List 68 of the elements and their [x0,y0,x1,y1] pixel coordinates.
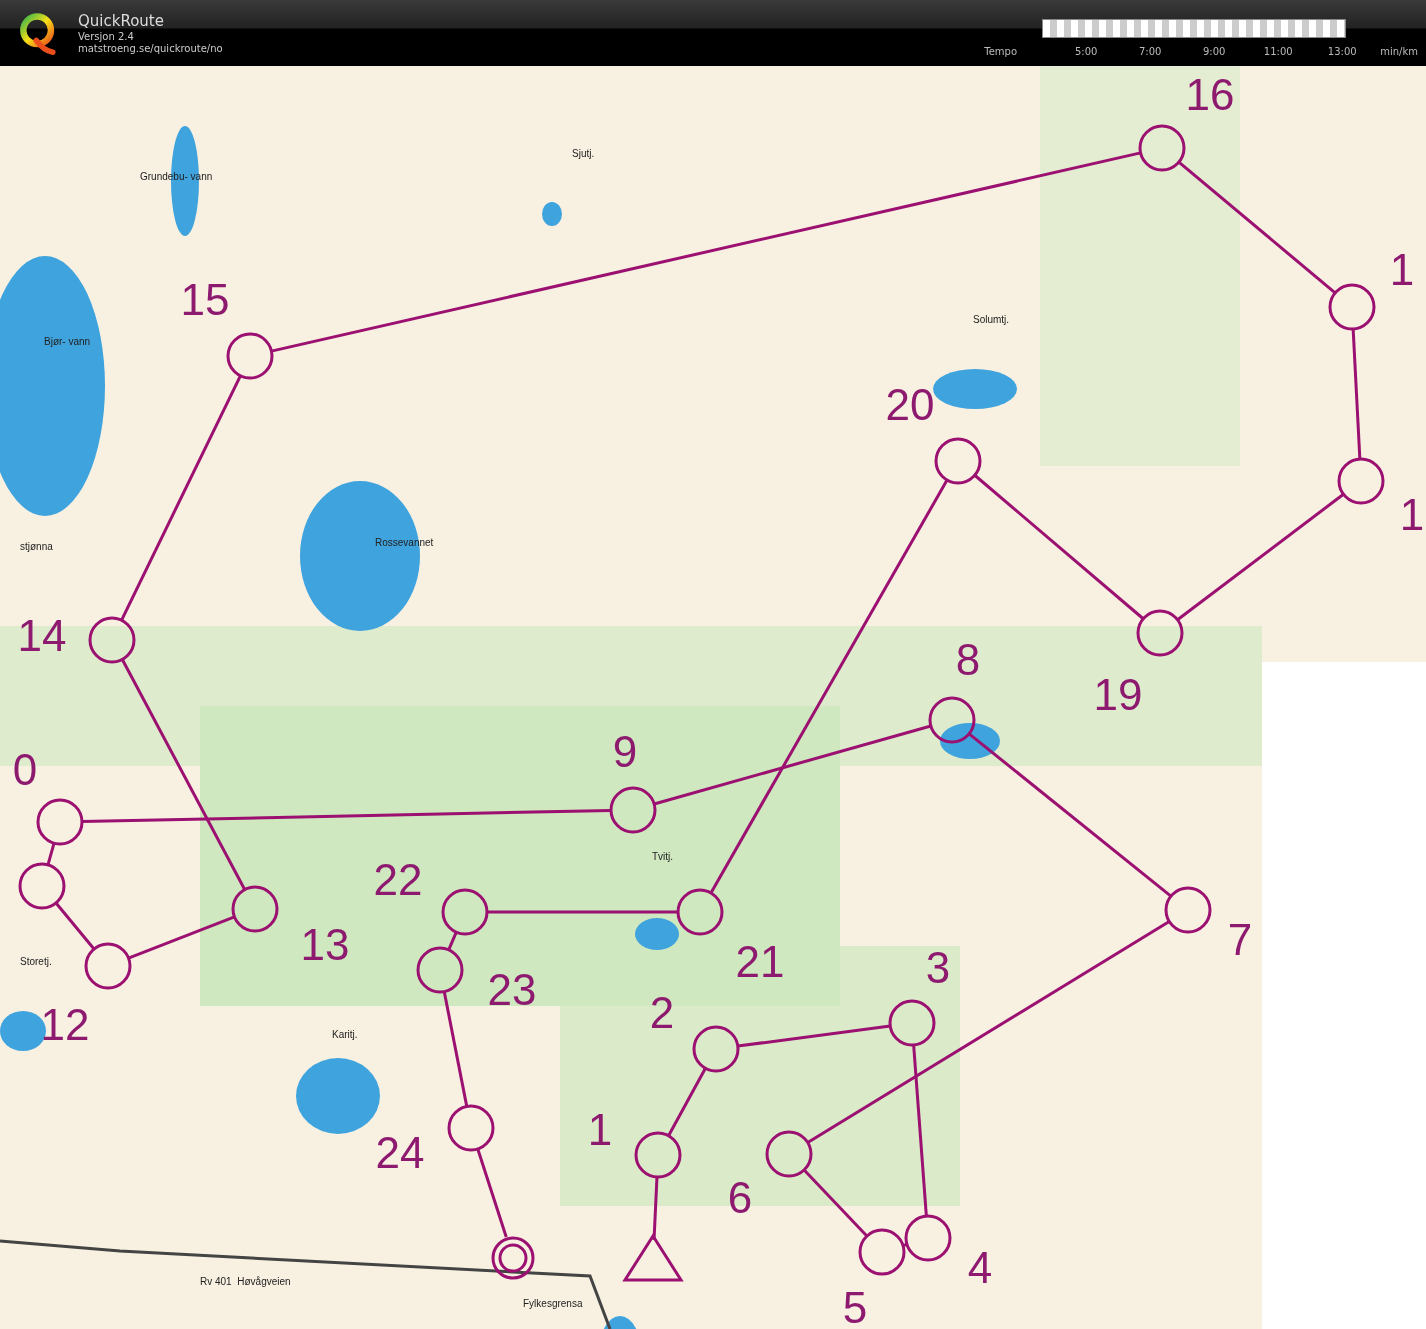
app-url: matstroeng.se/quickroute/no [78,43,223,55]
control-circle [84,942,132,990]
control-circle [1136,609,1184,657]
map-label: Bjør- vann [44,336,91,347]
tempo-label: Tempo [984,46,1018,57]
control-circle [231,885,279,933]
control-number: 12 [40,1000,90,1049]
map-label: Solumtj. [973,314,1010,325]
control-number: 6 [727,1173,753,1222]
control-number: 8 [955,635,981,684]
control-circle [36,798,84,846]
control-number: 22 [373,855,423,904]
app-title: QuickRoute [78,11,165,31]
control-circle [928,696,976,744]
control-number: 1 [1399,490,1425,539]
control-circle [1328,283,1376,331]
control-number: 16 [1185,70,1235,119]
map-label: Fylkesgrensa [523,1298,583,1309]
control-circle [18,862,66,910]
control-circle [858,1228,906,1276]
control-number: 23 [487,965,537,1014]
control-number: 20 [885,380,935,429]
control-number: 1 [587,1105,613,1154]
tempo-tick: 5:00 [1074,46,1099,57]
map-label: Tvitj. [652,851,674,862]
control-circle [765,1130,813,1178]
tempo-unit: min/km [1380,46,1418,57]
control-number: 21 [735,937,785,986]
control-circle [934,437,982,485]
tempo-tick: 9:00 [1202,46,1227,57]
tempo-tick: 11:00 [1262,46,1294,57]
control-number: 13 [300,920,350,969]
control-number: 15 [180,275,230,324]
control-number: 1 [1389,245,1415,294]
control-number: 19 [1093,670,1143,719]
control-circle [676,888,724,936]
start-triangle [622,1233,684,1282]
app-version: Versjon 2.4 [78,31,135,43]
map-label: stjønna [20,541,53,552]
control-circle [88,616,136,664]
control-number: 3 [925,943,951,992]
control-number: 24 [375,1128,425,1177]
map-label: Sjutj. [572,148,595,159]
control-circle [226,332,274,380]
control-number: 4 [967,1243,993,1292]
control-number: 5 [842,1283,868,1329]
control-circle [888,999,936,1047]
control-circle [1138,124,1186,172]
control-circle [634,1131,682,1179]
map-label: Storetj. [20,956,52,967]
control-circle [692,1025,740,1073]
control-circle [1337,457,1385,505]
control-circle [904,1214,952,1262]
map-label: Rv 401 Høvågveien [200,1276,291,1287]
control-number: 2 [649,988,675,1037]
control-circle [416,946,464,994]
control-circle [441,888,489,936]
control-circle [609,786,657,834]
control-number: 7 [1227,915,1253,964]
map-label: Karitj. [332,1029,358,1040]
control-circle [1164,886,1212,934]
tempo-tick: 7:00 [1138,46,1163,57]
tempo-tick: 13:00 [1326,46,1358,57]
control-number: 9 [612,727,638,776]
finish-circle [491,1236,535,1280]
control-number: 14 [17,611,67,660]
control-number: 0 [12,745,38,794]
control-circle [447,1104,495,1152]
